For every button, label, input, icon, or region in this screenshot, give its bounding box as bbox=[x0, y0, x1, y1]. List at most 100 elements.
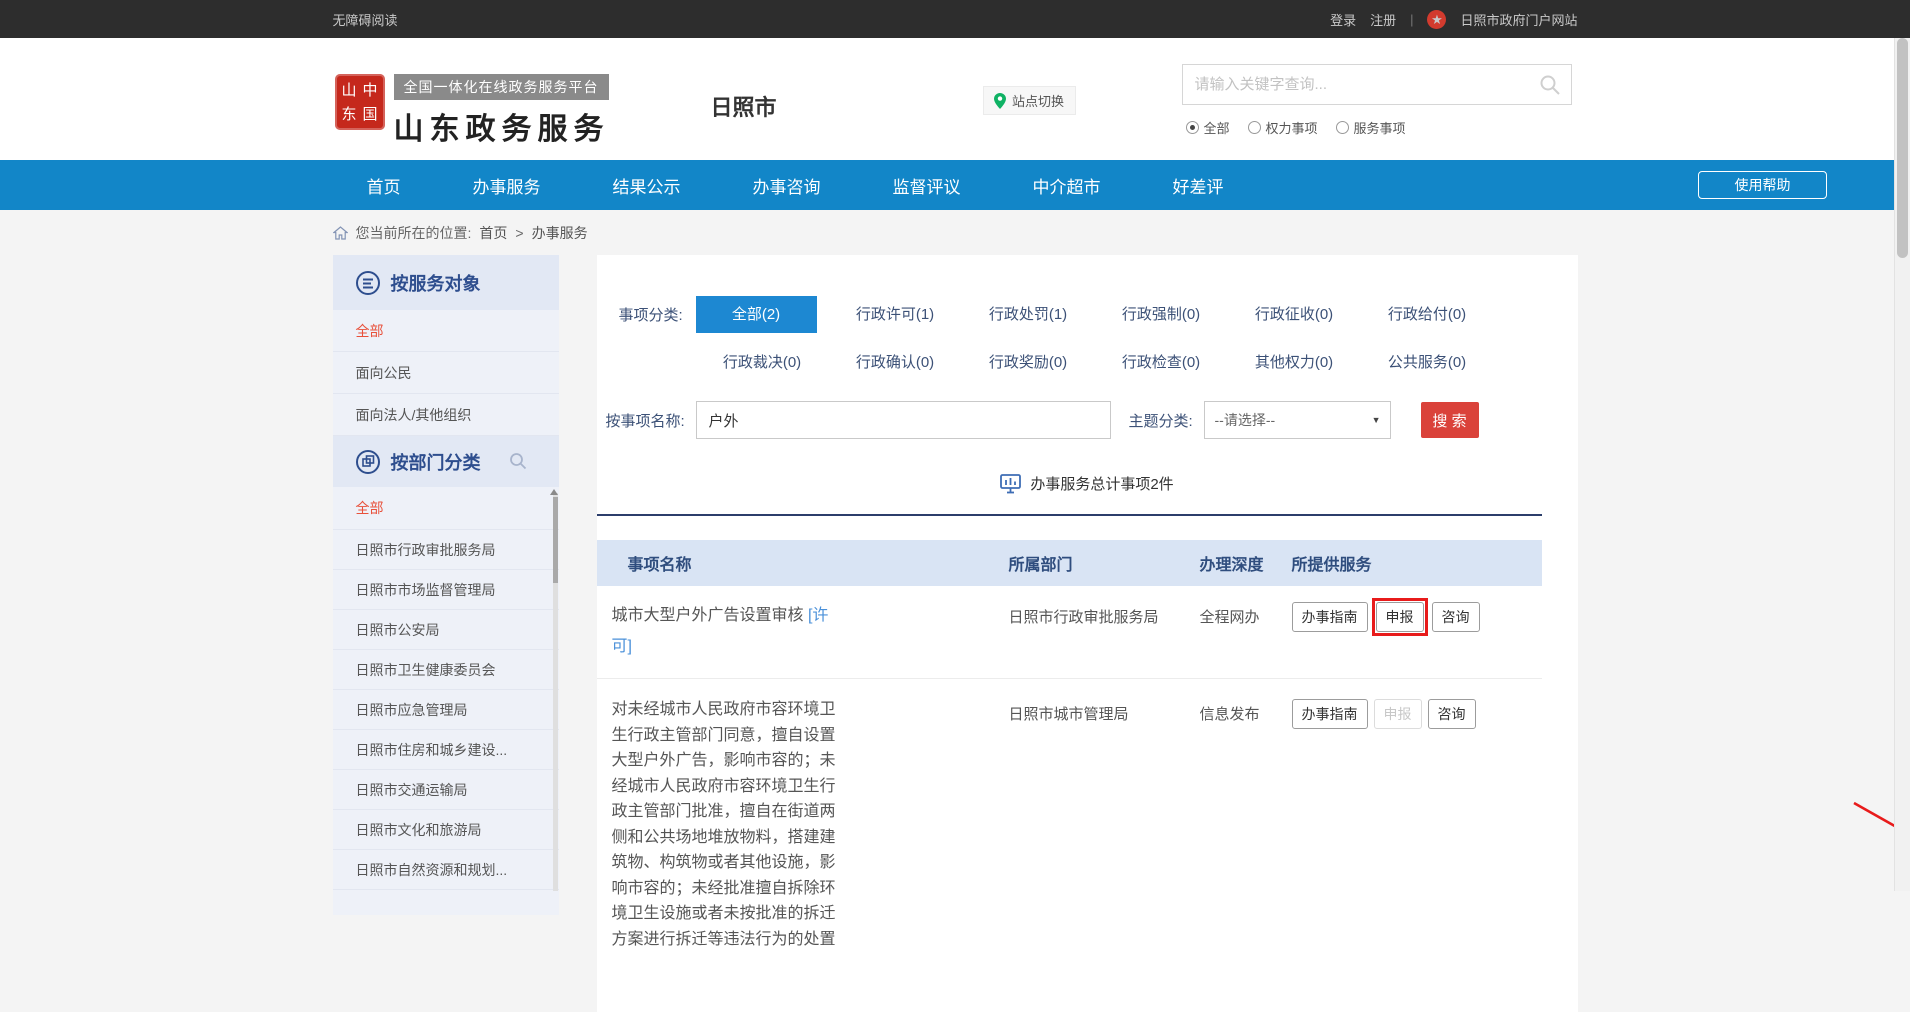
tab-admin-confirmation[interactable]: 行政确认(0) bbox=[829, 344, 962, 381]
home-icon bbox=[333, 226, 348, 240]
help-button[interactable]: 使用帮助 bbox=[1698, 171, 1827, 199]
apply-button[interactable]: 申报 bbox=[1376, 602, 1424, 632]
tab-other-power[interactable]: 其他权力(0) bbox=[1228, 344, 1361, 381]
sidebar-item-dept-4[interactable]: 日照市卫生健康委员会 bbox=[333, 650, 559, 690]
sidebar-item-dept-3[interactable]: 日照市公安局 bbox=[333, 610, 559, 650]
item-name-input[interactable] bbox=[696, 401, 1111, 439]
breadcrumb-prefix: 您当前所在的位置: bbox=[356, 223, 472, 243]
nav-item-intermediary[interactable]: 中介超市 bbox=[1033, 173, 1101, 198]
nav-item-results[interactable]: 结果公示 bbox=[613, 173, 681, 198]
nav-item-home[interactable]: 首页 bbox=[367, 173, 401, 198]
register-link[interactable]: 注册 bbox=[1370, 10, 1396, 29]
item-department: 日照市行政审批服务局 bbox=[982, 600, 1200, 627]
category-tabs-row1: 全部(2) 行政许可(1) 行政处罚(1) 行政强制(0) 行政征收(0) 行政… bbox=[696, 296, 1494, 333]
guide-button[interactable]: 办事指南 bbox=[1292, 602, 1368, 632]
site-header: 中山国东 全国一体化在线政务服务平台 山东政务服务 日照市 站点切换 bbox=[0, 38, 1910, 160]
shandong-seal-logo: 中山国东 bbox=[335, 74, 385, 130]
sidebar: 按服务对象 全部 面向公民 面向法人/其他组织 按部门分类 bbox=[333, 255, 559, 915]
magnifier-icon[interactable] bbox=[509, 452, 527, 470]
apply-button-disabled: 申报 bbox=[1374, 699, 1422, 729]
sidebar-item-legal-persons[interactable]: 面向法人/其他组织 bbox=[333, 394, 559, 436]
sidebar-item-citizens[interactable]: 面向公民 bbox=[333, 352, 559, 394]
tab-admin-license[interactable]: 行政许可(1) bbox=[829, 296, 962, 333]
portal-link[interactable]: 日照市政府门户网站 bbox=[1460, 10, 1577, 29]
radio-service-icon[interactable] bbox=[1336, 121, 1349, 134]
topic-select[interactable]: --请选择-- ▼ bbox=[1204, 401, 1391, 439]
header-item-name: 事项名称 bbox=[597, 551, 982, 575]
red-highlight-box: 申报 bbox=[1372, 598, 1428, 636]
table-row: 对未经城市人民政府市容环境卫生行政主管部门同意，擅自设置大型户外广告，影响市容的… bbox=[597, 679, 1542, 952]
consult-button[interactable]: 咨询 bbox=[1428, 699, 1476, 729]
scope-all[interactable]: 全部 bbox=[1186, 118, 1230, 137]
login-link[interactable]: 登录 bbox=[1330, 10, 1356, 29]
sidebar-item-dept-7[interactable]: 日照市交通运输局 bbox=[333, 770, 559, 810]
main-nav: 首页 办事服务 结果公示 办事咨询 监督评议 中介超市 好差评 使用帮助 bbox=[0, 160, 1910, 210]
page-scroll-thumb[interactable] bbox=[1897, 38, 1908, 258]
item-name-label: 按事项名称: bbox=[606, 410, 696, 431]
search-scope-group: 全部 权力事项 服务事项 bbox=[1186, 118, 1406, 137]
sidebar-item-dept-all[interactable]: 全部 bbox=[333, 487, 559, 530]
sidebar-item-dept-9[interactable]: 日照市自然资源和规划... bbox=[333, 850, 559, 890]
page-scrollbar[interactable] bbox=[1894, 38, 1910, 891]
sidebar-scrollbar[interactable] bbox=[553, 493, 558, 891]
header-services: 所提供服务 bbox=[1292, 551, 1542, 575]
scope-power-items[interactable]: 权力事项 bbox=[1248, 118, 1318, 137]
tab-admin-collection[interactable]: 行政征收(0) bbox=[1228, 296, 1361, 333]
tab-admin-inspection[interactable]: 行政检查(0) bbox=[1095, 344, 1228, 381]
nav-item-services[interactable]: 办事服务 bbox=[473, 173, 541, 198]
tab-admin-payment[interactable]: 行政给付(0) bbox=[1361, 296, 1494, 333]
table-row: 城市大型户外广告设置审核 [许可] 日照市行政审批服务局 全程网办 办事指南 申… bbox=[597, 586, 1542, 679]
header-depth: 办理深度 bbox=[1200, 551, 1292, 575]
city-name: 日照市 bbox=[711, 90, 777, 122]
guide-button[interactable]: 办事指南 bbox=[1292, 699, 1368, 729]
accessibility-link[interactable]: 无障碍阅读 bbox=[333, 10, 398, 29]
tab-admin-penalty[interactable]: 行政处罚(1) bbox=[962, 296, 1095, 333]
search-button[interactable]: 搜 索 bbox=[1421, 402, 1479, 438]
radio-power-icon[interactable] bbox=[1248, 121, 1261, 134]
sidebar-item-dept-8[interactable]: 日照市文化和旅游局 bbox=[333, 810, 559, 850]
chart-monitor-icon bbox=[1000, 474, 1021, 494]
magnifier-icon[interactable] bbox=[1539, 74, 1561, 96]
table-header: 事项名称 所属部门 办理深度 所提供服务 bbox=[597, 540, 1542, 586]
tab-admin-coercion[interactable]: 行政强制(0) bbox=[1095, 296, 1228, 333]
nav-item-supervision[interactable]: 监督评议 bbox=[893, 173, 961, 198]
sidebar-item-dept-5[interactable]: 日照市应急管理局 bbox=[333, 690, 559, 730]
scope-service-items[interactable]: 服务事项 bbox=[1336, 118, 1406, 137]
tab-admin-ruling[interactable]: 行政裁决(0) bbox=[696, 344, 829, 381]
header-search bbox=[1182, 64, 1572, 105]
breadcrumb-home[interactable]: 首页 bbox=[479, 223, 507, 243]
header-department: 所属部门 bbox=[982, 551, 1200, 575]
consult-button[interactable]: 咨询 bbox=[1432, 602, 1480, 632]
item-depth: 信息发布 bbox=[1200, 697, 1292, 724]
sidebar-scroll-thumb[interactable] bbox=[553, 497, 558, 583]
sidebar-scroll-up-icon[interactable] bbox=[550, 489, 558, 495]
sidebar-item-dept-2[interactable]: 日照市市场监督管理局 bbox=[333, 570, 559, 610]
nav-item-consult[interactable]: 办事咨询 bbox=[753, 173, 821, 198]
list-circle-icon bbox=[355, 270, 381, 296]
summary-text: 办事服务总计事项2件 bbox=[1030, 473, 1173, 494]
radio-all-icon[interactable] bbox=[1186, 121, 1199, 134]
sidebar-item-dept-1[interactable]: 日照市行政审批服务局 bbox=[333, 530, 559, 570]
tab-admin-reward[interactable]: 行政奖励(0) bbox=[962, 344, 1095, 381]
tab-public-service[interactable]: 公共服务(0) bbox=[1361, 344, 1494, 381]
results-table: 事项名称 所属部门 办理深度 所提供服务 城市大型户外广告设置审核 [许可] 日… bbox=[597, 540, 1542, 952]
site-logo[interactable]: 中山国东 全国一体化在线政务服务平台 山东政务服务 bbox=[335, 74, 610, 148]
breadcrumb-current[interactable]: 办事服务 bbox=[532, 223, 588, 243]
category-tabs-row2: 行政裁决(0) 行政确认(0) 行政奖励(0) 行政检查(0) 其他权力(0) … bbox=[696, 344, 1494, 381]
item-name: 城市大型户外广告设置审核 [许可] bbox=[612, 600, 840, 662]
item-department: 日照市城市管理局 bbox=[982, 697, 1200, 724]
sidebar-section-department: 按部门分类 bbox=[333, 436, 559, 487]
top-utility-bar: 无障碍阅读 登录 注册 | ★ 日照市政府门户网站 bbox=[0, 0, 1910, 38]
search-input[interactable] bbox=[1183, 76, 1539, 93]
breadcrumb-separator: > bbox=[515, 225, 523, 241]
main-panel: 事项分类: 全部(2) 行政许可(1) 行政处罚(1) 行政强制(0) 行政征收… bbox=[597, 255, 1578, 1012]
sidebar-item-target-all[interactable]: 全部 bbox=[333, 310, 559, 352]
sidebar-section-service-target: 按服务对象 bbox=[333, 255, 559, 310]
tab-all[interactable]: 全部(2) bbox=[696, 296, 817, 333]
nav-item-rating[interactable]: 好差评 bbox=[1173, 173, 1224, 198]
site-switch-button[interactable]: 站点切换 bbox=[983, 86, 1076, 115]
platform-badge: 全国一体化在线政务服务平台 bbox=[394, 74, 609, 100]
category-filter-label: 事项分类: bbox=[619, 304, 696, 325]
sidebar-item-dept-6[interactable]: 日照市住房和城乡建设... bbox=[333, 730, 559, 770]
breadcrumb: 您当前所在的位置: 首页 > 办事服务 bbox=[0, 210, 1910, 255]
